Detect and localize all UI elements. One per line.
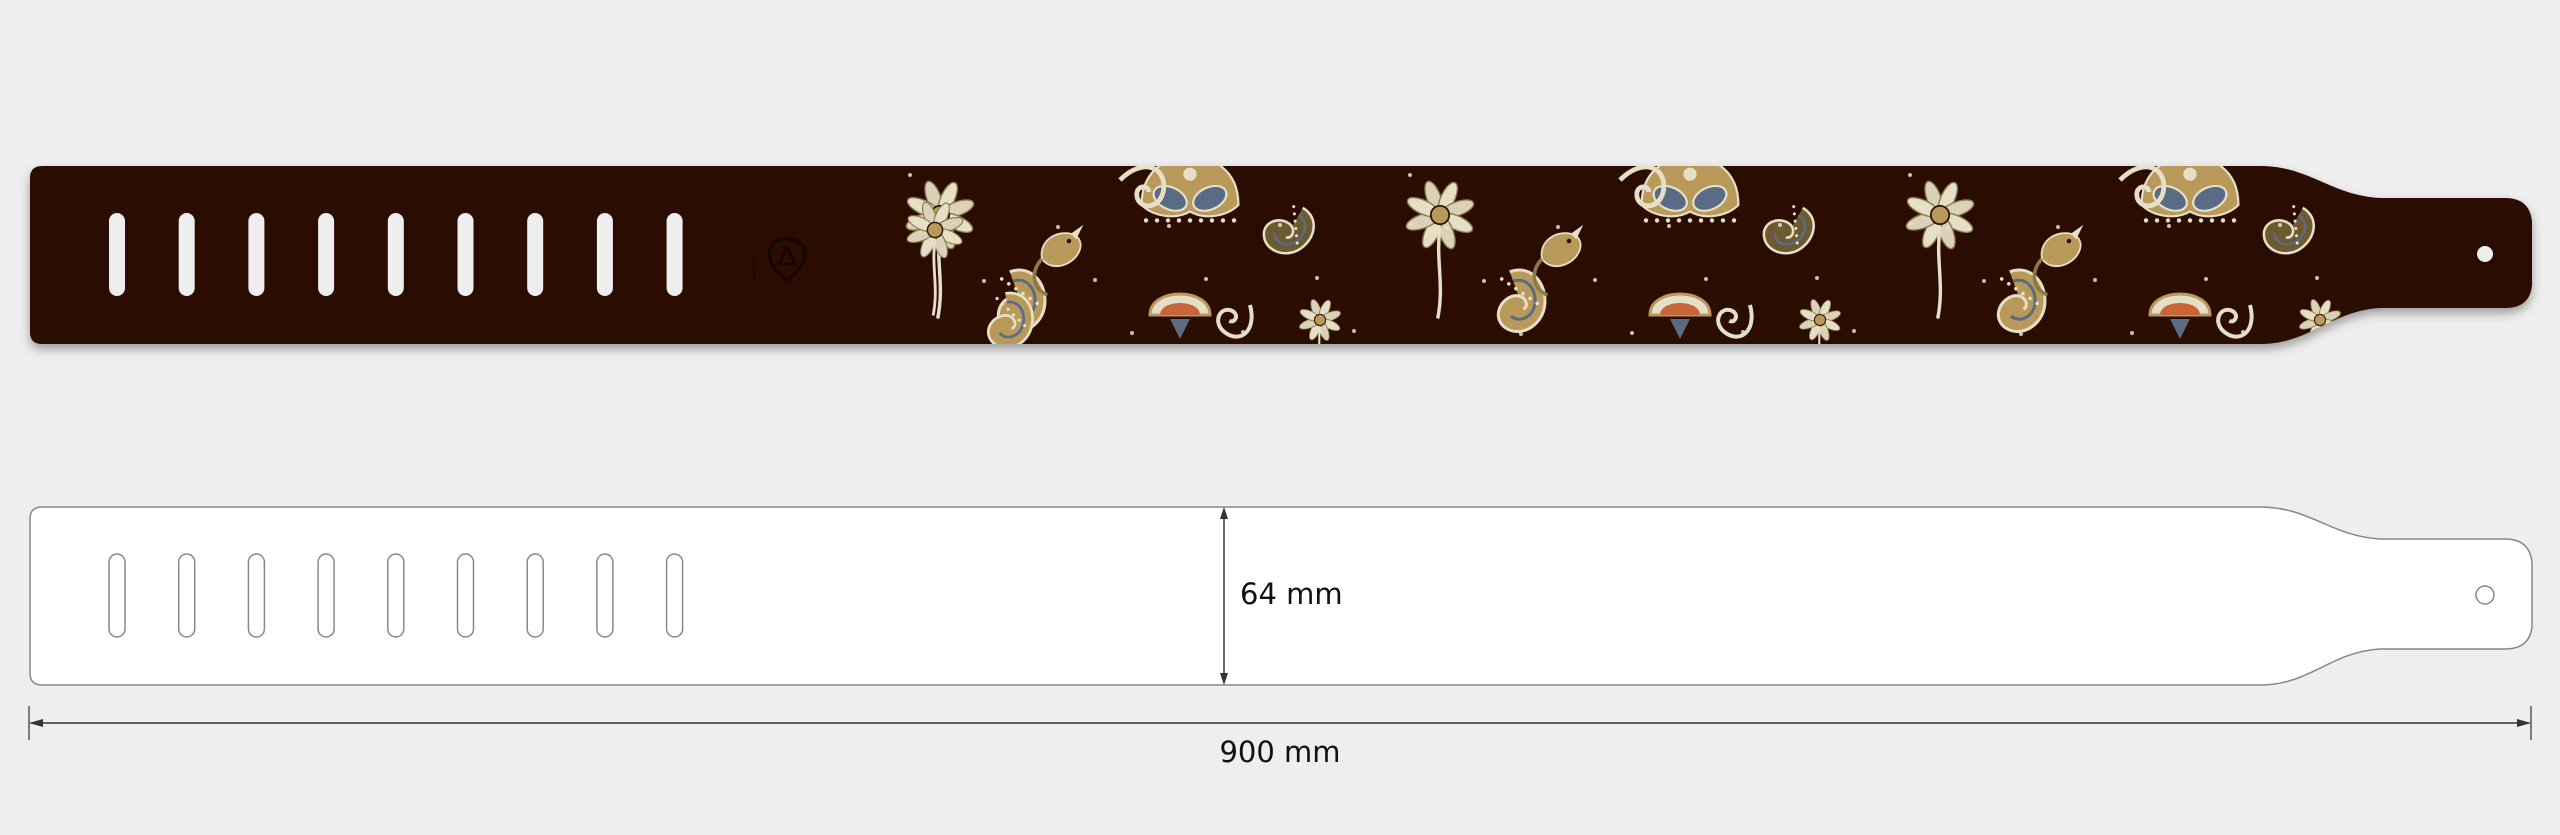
slot-7 [527,213,544,296]
template-slot-4 [317,553,335,638]
slot-9 [666,213,683,296]
template-slot-8 [596,553,614,638]
strap-template: 64 mm [29,506,2533,686]
slot-4 [318,213,335,296]
width-label: 64 mm [1240,577,1343,611]
slot-8 [596,213,613,296]
length-label: 900 mm [1219,735,1340,769]
slot-2 [178,213,195,296]
template-slot-6 [456,553,475,638]
slot-3 [248,213,265,296]
template-slot-3 [247,553,266,638]
template-slot-7 [526,553,544,638]
slot-6 [457,213,474,296]
circle-hole-icon [2475,585,2495,605]
template-slot-5 [387,553,405,638]
slot-5 [387,213,404,296]
template-slot-2 [177,553,196,638]
template-slot-9 [665,553,684,638]
strap-preview [30,166,2532,344]
strap-diagram: 64 mm 900 mm [28,166,2533,769]
template-slots [108,553,684,638]
slot-1 [109,213,125,296]
length-dimension: 900 mm [28,706,2532,769]
end-hole [2477,246,2493,262]
template-slot-1 [108,553,126,638]
